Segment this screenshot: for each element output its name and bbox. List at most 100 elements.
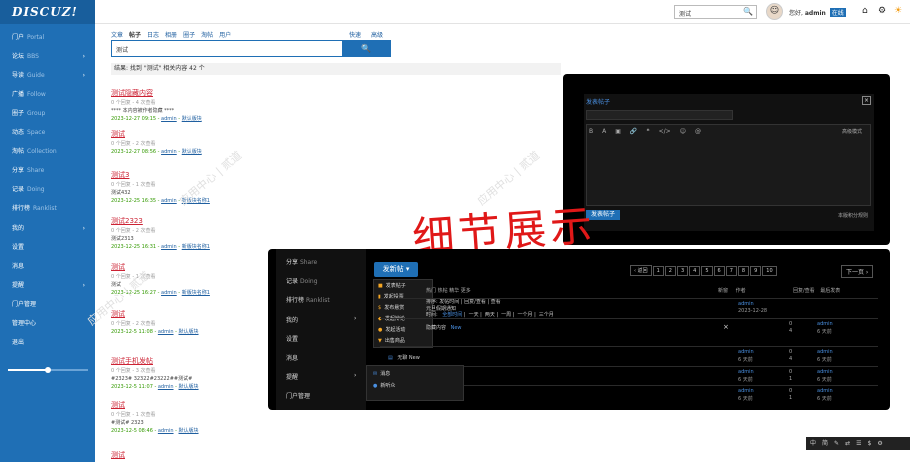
new-thread-menu-item[interactable]: ▼ 出售商品 <box>378 337 405 344</box>
result-forum-link[interactable]: 新版块名称1 <box>182 290 210 296</box>
sidebar-item[interactable]: 退出 <box>0 333 95 352</box>
home-icon[interactable]: ⌂ <box>862 6 868 16</box>
reminder-submenu-item[interactable]: ✉ 消息 <box>373 370 390 377</box>
detail-sidebar-item[interactable]: 分享 Share <box>286 257 317 266</box>
toolbar-button[interactable]: $ <box>867 440 871 447</box>
sidebar-item[interactable]: 论坛 BBS › <box>0 47 95 66</box>
result-title-link[interactable]: 测试 <box>111 450 311 460</box>
search-tab[interactable]: 用户 <box>219 30 231 39</box>
thread-last[interactable]: admin <box>817 321 833 327</box>
new-window-toggle[interactable]: 新窗 <box>718 288 728 294</box>
thread-last[interactable]: admin <box>817 388 833 394</box>
sidebar-item[interactable]: 圈子 Group <box>0 104 95 123</box>
result-author-link[interactable]: admin <box>161 244 177 250</box>
search-tab[interactable]: 圈子 <box>183 30 195 39</box>
search-button[interactable]: 🔍 <box>342 41 390 56</box>
online-badge[interactable]: 在线 <box>829 8 846 17</box>
sidebar-item[interactable]: 导读 Guide › <box>0 66 95 85</box>
result-title-link[interactable]: 测试2323 <box>111 216 311 226</box>
advanced-search-link[interactable]: 高级 <box>371 32 383 39</box>
detail-sidebar-item[interactable]: 设置 <box>286 334 298 343</box>
page-link[interactable]: 1 <box>652 266 664 276</box>
detail-sidebar-item[interactable]: 门户管理 <box>286 391 310 400</box>
site-logo[interactable]: DISCUZ! <box>0 0 95 24</box>
thread-author[interactable]: admin <box>738 369 754 375</box>
editor-tool-button[interactable]: B <box>589 128 593 135</box>
result-author-link[interactable]: admin <box>161 198 177 204</box>
sidebar-item[interactable]: 提醒 › <box>0 276 95 295</box>
thread-row[interactable]: admin 6 天前 0 4 admin 6 天前 <box>380 346 878 365</box>
search-input[interactable]: 测试 🔍 <box>111 40 391 57</box>
editor-tool-button[interactable]: ❝ <box>646 128 649 135</box>
thread-tabs[interactable]: 热门 热帖 精华 更多 <box>426 287 471 294</box>
toolbar-button[interactable]: ☰ <box>856 440 861 447</box>
sidebar-item[interactable]: 我的 › <box>0 219 95 238</box>
toolbar-button[interactable]: 中 <box>810 440 816 447</box>
thread-last[interactable]: admin <box>817 349 833 355</box>
detail-sidebar-item[interactable]: 消息 <box>286 353 298 362</box>
editor-tool-button[interactable]: A <box>602 128 606 135</box>
forum-rules-link[interactable]: 本版积分规则 <box>838 212 868 219</box>
thread-last[interactable]: admin <box>817 369 833 375</box>
editor-tool-button[interactable]: @ <box>695 128 701 135</box>
page-link[interactable]: 7 <box>725 266 737 276</box>
sidebar-item[interactable]: 门户 Portal <box>0 28 95 47</box>
search-tab[interactable]: 相册 <box>165 30 177 39</box>
sidebar-item[interactable]: 门户管理 <box>0 295 95 314</box>
sidebar-item[interactable]: 管理中心 <box>0 314 95 333</box>
search-tab[interactable]: 帖子 <box>129 30 141 39</box>
thread-row[interactable]: admin 2023-12-28 <box>380 298 878 317</box>
editor-tool-button[interactable]: 🔗 <box>630 128 637 135</box>
result-forum-link[interactable]: 默认版块 <box>182 149 202 155</box>
result-forum-link[interactable]: 默认版块 <box>179 428 199 434</box>
result-author-link[interactable]: admin <box>158 384 174 390</box>
search-tab[interactable]: 文章 <box>111 30 123 39</box>
page-link[interactable]: 8 <box>737 266 750 276</box>
new-thread-menu-item[interactable]: ■ 发表帖子 <box>378 282 406 289</box>
result-author-link[interactable]: admin <box>161 290 177 296</box>
thread-row[interactable]: 0 4 admin 6 天前 <box>380 318 878 337</box>
page-link[interactable]: 5 <box>701 266 713 276</box>
message-textarea[interactable] <box>586 124 871 206</box>
editor-tool-button[interactable]: ▣ <box>615 128 621 135</box>
gear-icon[interactable]: ⚙ <box>878 6 886 16</box>
page-link[interactable]: 9 <box>750 266 762 276</box>
result-author-link[interactable]: admin <box>161 149 177 155</box>
sidebar-item[interactable]: 排行榜 Ranklist <box>0 199 95 218</box>
next-page-button[interactable]: 下一页 › <box>841 265 874 278</box>
sidebar-item[interactable]: 淘帖 Collection <box>0 142 95 161</box>
result-title-link[interactable]: 测试隐藏内容 <box>111 88 311 98</box>
editor-tool-button[interactable]: ☺ <box>680 128 686 135</box>
page-link[interactable]: 3 <box>676 266 689 276</box>
toolbar-button[interactable]: ⇄ <box>845 440 850 447</box>
sidebar-item[interactable]: 消息 <box>0 257 95 276</box>
top-search-input[interactable]: 测试 🔍 <box>674 5 757 19</box>
sidebar-item[interactable]: 广播 Follow <box>0 85 95 104</box>
advanced-mode-link[interactable]: 高级模式 <box>842 128 862 135</box>
thread-author[interactable]: admin <box>738 349 754 355</box>
editor-tool-button[interactable]: </> <box>659 128 671 135</box>
sidebar-item[interactable]: 分享 Share <box>0 161 95 180</box>
result-title-link[interactable]: 测试 <box>111 129 311 139</box>
detail-sidebar-item[interactable]: 记录 Doing <box>286 276 318 285</box>
toolbar-button[interactable]: ⚙ <box>877 440 882 447</box>
sun-icon[interactable]: ☀ <box>894 6 902 16</box>
username-link[interactable]: admin <box>805 10 826 17</box>
detail-sidebar-item[interactable]: 我的 › <box>286 315 356 324</box>
toolbar-button[interactable]: ✎ <box>834 440 839 447</box>
result-forum-link[interactable]: 默认版块 <box>179 384 199 390</box>
close-icon[interactable]: × <box>723 323 729 331</box>
search-icon[interactable]: 🔍 <box>743 7 753 16</box>
page-link[interactable]: 4 <box>689 266 701 276</box>
page-link[interactable]: 6 <box>713 266 725 276</box>
search-tab[interactable]: 淘帖 <box>201 30 213 39</box>
width-slider[interactable] <box>8 367 88 373</box>
result-author-link[interactable]: admin <box>158 428 174 434</box>
sidebar-item[interactable]: 设置 <box>0 238 95 257</box>
thread-author[interactable]: admin <box>738 301 754 307</box>
quick-search-link[interactable]: 快速 <box>349 32 361 39</box>
close-icon[interactable]: × <box>862 96 871 105</box>
detail-sidebar-item[interactable]: 排行榜 Ranklist <box>286 295 330 304</box>
result-forum-link[interactable]: 默认版块 <box>182 116 202 122</box>
result-forum-link[interactable]: 默认版块 <box>179 329 199 335</box>
